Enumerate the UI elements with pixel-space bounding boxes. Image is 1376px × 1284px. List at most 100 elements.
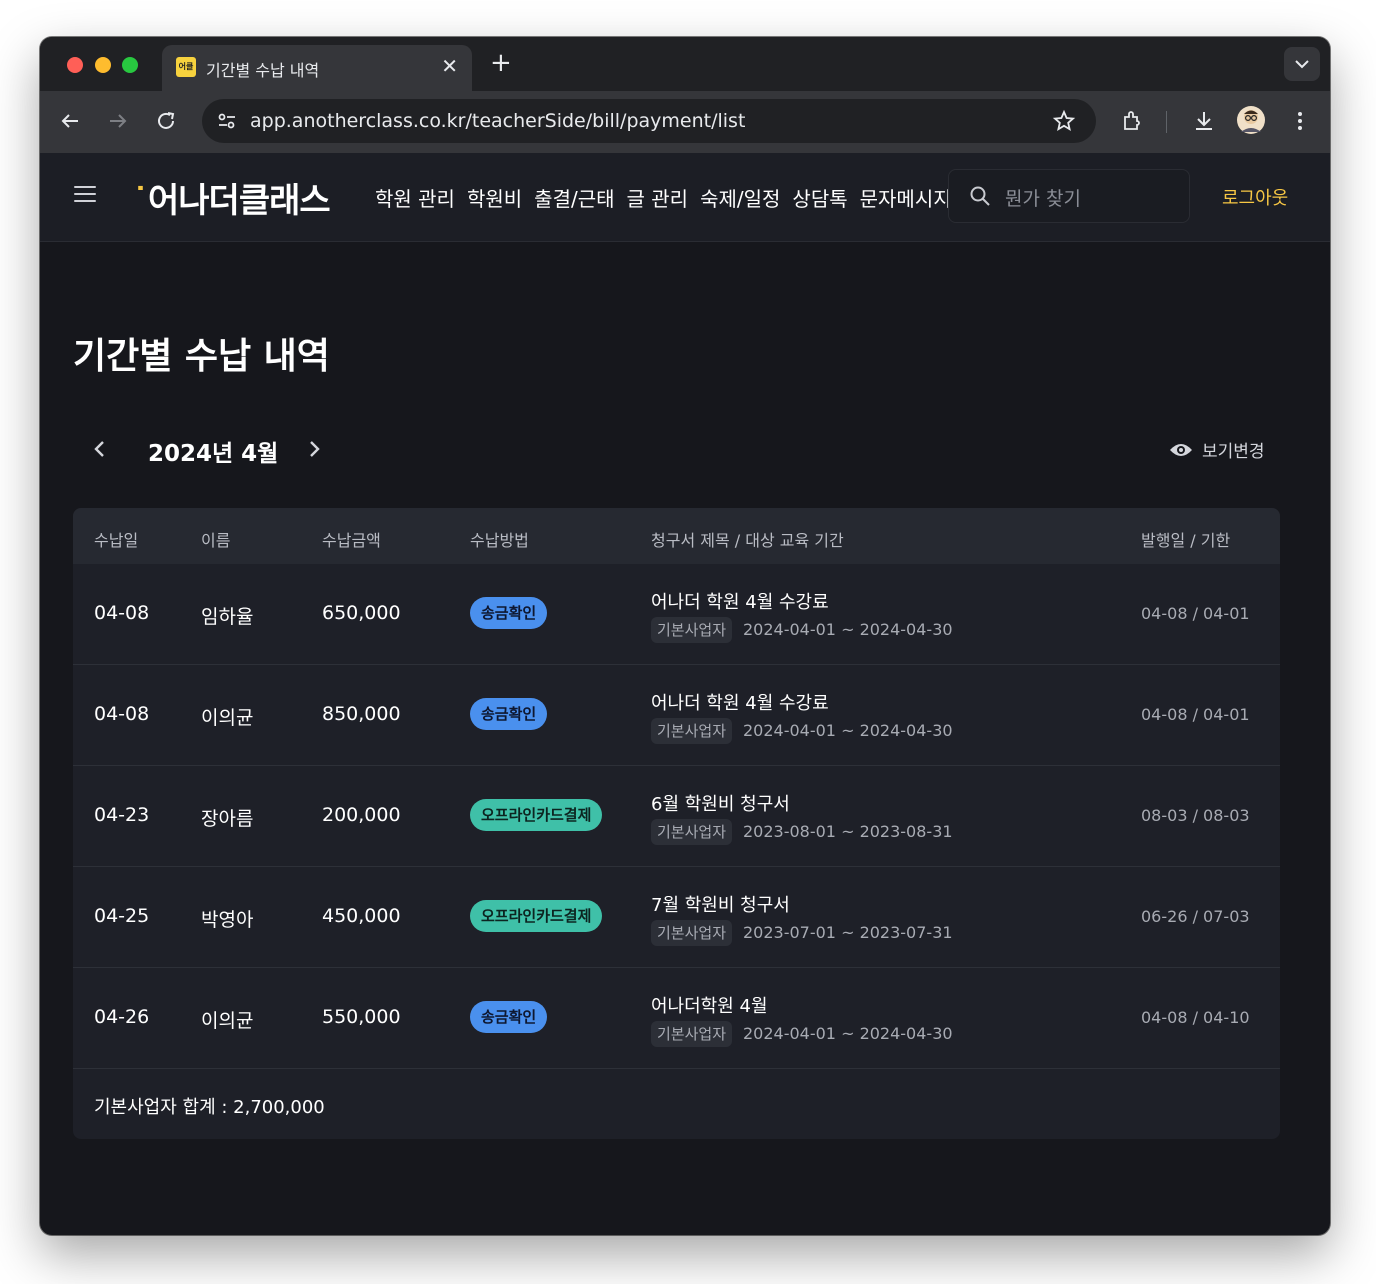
nav-item-attendance[interactable]: 출결/근태 bbox=[534, 183, 614, 212]
hamburger-icon[interactable] bbox=[74, 186, 96, 204]
nav-item-posts[interactable]: 글 관리 bbox=[627, 183, 689, 212]
browser-tab[interactable]: 어클 기간별 수납 내역 ✕ bbox=[162, 45, 472, 91]
business-tag: 기본사업자 bbox=[651, 1021, 733, 1047]
cell-name: 이의균 bbox=[201, 1010, 254, 1032]
main-nav: 학원 관리 학원비 출결/근태 글 관리 숙제/일정 상담톡 문자메시지 bbox=[375, 183, 952, 212]
business-tag: 기본사업자 bbox=[651, 718, 733, 744]
close-window-button[interactable] bbox=[67, 57, 83, 73]
table-row[interactable]: 04-26 이의균 550,000 송금확인 어나더학원 4월 기본사업자 20… bbox=[73, 968, 1280, 1069]
business-tag: 기본사업자 bbox=[651, 617, 733, 643]
header-method: 수납방법 bbox=[470, 531, 529, 550]
url-text: app.anotherclass.co.kr/teacherSide/bill/… bbox=[250, 110, 746, 132]
browser-toolbar: app.anotherclass.co.kr/teacherSide/bill/… bbox=[40, 91, 1330, 153]
issue-due-dates: 04-08 / 04-01 bbox=[1141, 604, 1250, 623]
header-issue: 발행일 / 기한 bbox=[1141, 531, 1231, 550]
page-title: 기간별 수납 내역 bbox=[73, 336, 330, 377]
view-toggle-button[interactable]: 보기변경 bbox=[1168, 437, 1265, 462]
issue-due-dates: 08-03 / 08-03 bbox=[1141, 806, 1250, 825]
business-tag: 기본사업자 bbox=[651, 920, 733, 946]
month-label: 2024년 4월 bbox=[148, 441, 279, 467]
chevron-right-icon[interactable] bbox=[306, 437, 324, 461]
header-amount: 수납금액 bbox=[322, 531, 381, 550]
issue-due-dates: 04-08 / 04-01 bbox=[1141, 705, 1250, 724]
nav-item-academy[interactable]: 학원 관리 bbox=[375, 183, 455, 212]
payment-table: 수납일 이름 수납금액 수납방법 청구서 제목 / 대상 교육 기간 발행일 /… bbox=[73, 508, 1280, 1139]
close-tab-icon[interactable]: ✕ bbox=[441, 55, 458, 77]
bill-period: 2024-04-01 ~ 2024-04-30 bbox=[743, 620, 953, 639]
search-icon bbox=[970, 186, 990, 206]
cell-amount: 450,000 bbox=[322, 905, 401, 927]
logo[interactable]: ˙어나더클래스 bbox=[132, 173, 331, 222]
search-box[interactable]: 뭔가 찾기 bbox=[948, 169, 1190, 223]
eye-icon bbox=[1170, 443, 1192, 456]
method-badge: 송금확인 bbox=[470, 597, 548, 629]
back-icon[interactable] bbox=[58, 109, 82, 133]
site-settings-icon[interactable] bbox=[216, 110, 238, 132]
bill-title: 어나더 학원 4월 수강료 bbox=[651, 693, 829, 714]
extension-icon[interactable] bbox=[1120, 109, 1144, 133]
nav-item-homework[interactable]: 숙제/일정 bbox=[700, 183, 780, 212]
maximize-window-button[interactable] bbox=[122, 57, 138, 73]
issue-due-dates: 06-26 / 07-03 bbox=[1141, 907, 1250, 926]
logo-text: 어나더클래스 bbox=[148, 181, 331, 221]
method-badge: 송금확인 bbox=[470, 1001, 548, 1033]
bill-title: 6월 학원비 청구서 bbox=[651, 794, 790, 815]
profile-avatar[interactable] bbox=[1236, 105, 1266, 135]
bill-period: 2023-08-01 ~ 2023-08-31 bbox=[743, 822, 953, 841]
nav-item-consult[interactable]: 상담톡 bbox=[792, 183, 847, 212]
bill-period: 2023-07-01 ~ 2023-07-31 bbox=[743, 923, 953, 942]
table-row[interactable]: 04-23 장아름 200,000 오프라인카드결제 6월 학원비 청구서 기본… bbox=[73, 766, 1280, 867]
table-row[interactable]: 04-08 임하율 650,000 송금확인 어나더 학원 4월 수강료 기본사… bbox=[73, 564, 1280, 665]
download-icon[interactable] bbox=[1192, 109, 1216, 133]
more-icon[interactable] bbox=[1288, 109, 1312, 133]
cell-amount: 650,000 bbox=[322, 602, 401, 624]
header-bill: 청구서 제목 / 대상 교육 기간 bbox=[651, 531, 844, 550]
reload-icon[interactable] bbox=[154, 109, 178, 133]
address-bar[interactable]: app.anotherclass.co.kr/teacherSide/bill/… bbox=[202, 99, 1096, 143]
cell-amount: 850,000 bbox=[322, 703, 401, 725]
nav-item-sms[interactable]: 문자메시지 bbox=[860, 183, 952, 212]
nav-item-tuition[interactable]: 학원비 bbox=[467, 183, 522, 212]
chevron-left-icon[interactable] bbox=[90, 437, 108, 461]
table-total: 기본사업자 합계 : 2,700,000 bbox=[94, 1097, 325, 1118]
app-header: ˙어나더클래스 학원 관리 학원비 출결/근태 글 관리 숙제/일정 상담톡 문… bbox=[40, 153, 1330, 242]
cell-date: 04-26 bbox=[94, 1006, 150, 1028]
toolbar-divider bbox=[1166, 111, 1167, 133]
chevron-down-icon bbox=[1295, 60, 1309, 69]
issue-due-dates: 04-08 / 04-10 bbox=[1141, 1008, 1250, 1027]
cell-name: 이의균 bbox=[201, 707, 254, 729]
browser-window: 어클 기간별 수납 내역 ✕ + app.anotherclass.co.kr/… bbox=[40, 37, 1330, 1235]
business-tag: 기본사업자 bbox=[651, 819, 733, 845]
table-row[interactable]: 04-08 이의균 850,000 송금확인 어나더 학원 4월 수강료 기본사… bbox=[73, 665, 1280, 766]
new-tab-button[interactable]: + bbox=[490, 49, 512, 77]
bill-period: 2024-04-01 ~ 2024-04-30 bbox=[743, 1024, 953, 1043]
table-row[interactable]: 04-25 박영아 450,000 오프라인카드결제 7월 학원비 청구서 기본… bbox=[73, 867, 1280, 968]
cell-name: 박영아 bbox=[201, 909, 254, 931]
cell-name: 임하율 bbox=[201, 606, 254, 628]
cell-name: 장아름 bbox=[201, 808, 254, 830]
method-badge: 오프라인카드결제 bbox=[470, 799, 603, 831]
cell-date: 04-08 bbox=[94, 703, 150, 725]
tab-favicon-icon: 어클 bbox=[176, 57, 196, 77]
logout-link[interactable]: 로그아웃 bbox=[1222, 184, 1288, 210]
header-date: 수납일 bbox=[94, 531, 139, 550]
star-icon[interactable] bbox=[1052, 109, 1076, 133]
table-header: 수납일 이름 수납금액 수납방법 청구서 제목 / 대상 교육 기간 발행일 /… bbox=[73, 508, 1280, 564]
method-badge: 송금확인 bbox=[470, 698, 548, 730]
cell-date: 04-08 bbox=[94, 602, 150, 624]
view-toggle-label: 보기변경 bbox=[1202, 442, 1265, 462]
tab-title: 기간별 수납 내역 bbox=[206, 61, 320, 80]
minimize-window-button[interactable] bbox=[95, 57, 111, 73]
forward-icon[interactable] bbox=[106, 109, 130, 133]
bill-title: 7월 학원비 청구서 bbox=[651, 895, 790, 916]
header-name: 이름 bbox=[201, 531, 231, 550]
bill-title: 어나더학원 4월 bbox=[651, 996, 768, 1017]
tab-search-button[interactable] bbox=[1284, 47, 1320, 81]
method-badge: 오프라인카드결제 bbox=[470, 900, 603, 932]
tab-strip: 어클 기간별 수납 내역 ✕ + bbox=[40, 37, 1330, 91]
search-input[interactable]: 뭔가 찾기 bbox=[1005, 184, 1081, 211]
cell-date: 04-23 bbox=[94, 804, 150, 826]
cell-amount: 200,000 bbox=[322, 804, 401, 826]
cell-amount: 550,000 bbox=[322, 1006, 401, 1028]
bill-title: 어나더 학원 4월 수강료 bbox=[651, 592, 829, 613]
